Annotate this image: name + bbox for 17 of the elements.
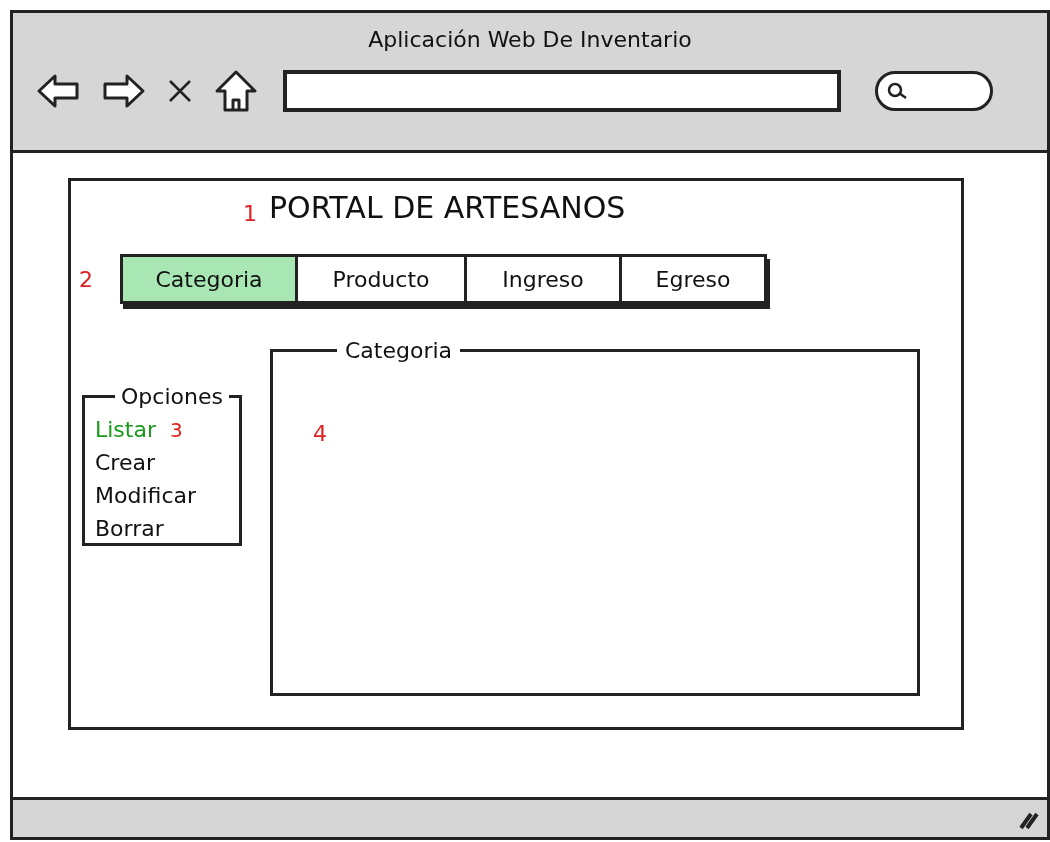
address-field[interactable] xyxy=(283,70,841,112)
option-link[interactable]: Listar xyxy=(95,413,156,446)
option-link[interactable]: Crear xyxy=(95,446,155,479)
group-legend: Categoria xyxy=(337,334,461,367)
option-link[interactable]: Borrar xyxy=(95,512,164,545)
annotation-number: 3 xyxy=(170,416,183,444)
search-field[interactable] xyxy=(875,71,993,111)
annotation-number: 4 xyxy=(313,421,327,446)
annotation-number: 2 xyxy=(79,265,94,294)
option-link[interactable]: Modificar xyxy=(95,479,196,512)
home-icon[interactable] xyxy=(213,68,259,114)
page-heading: PORTAL DE ARTESANOS xyxy=(269,189,626,227)
search-icon xyxy=(886,81,908,101)
annotation-number: 1 xyxy=(243,200,257,228)
options-legend: Opciones xyxy=(115,380,229,413)
close-icon[interactable] xyxy=(167,78,193,104)
window-title: Aplicación Web De Inventario xyxy=(368,26,692,54)
